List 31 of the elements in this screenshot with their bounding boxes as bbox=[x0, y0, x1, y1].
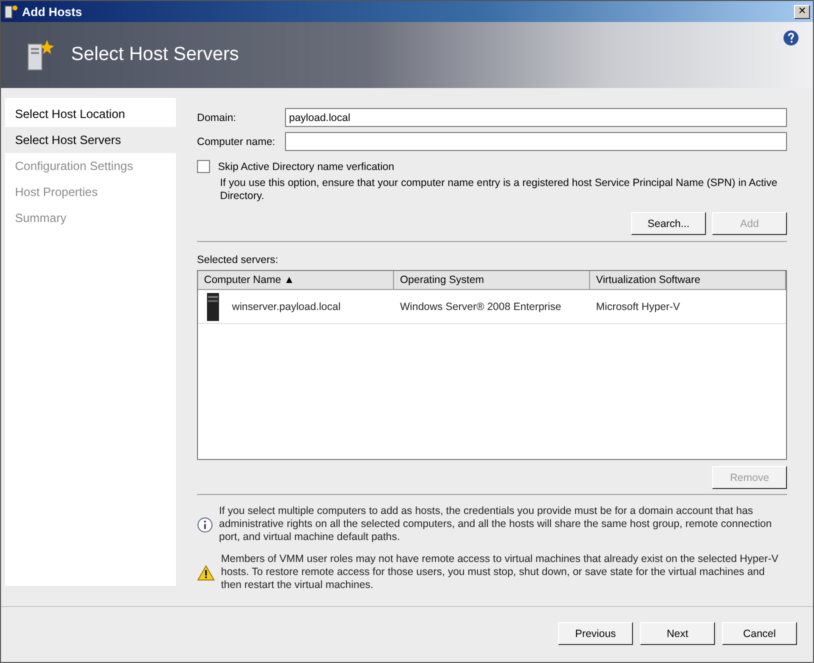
app-icon bbox=[4, 4, 18, 18]
computer-name-field[interactable] bbox=[285, 132, 787, 151]
nav-button[interactable]: Cancel bbox=[722, 622, 797, 645]
window-title: Add Hosts bbox=[22, 4, 83, 18]
selected-servers-label: Selected servers: bbox=[197, 254, 280, 266]
note-text: If you select multiple computers to add as hosts, the credentials you provide must be for a domain account that has administrative rights on all the selected computers, and all the hosts will share the same host group, remote connection port, and virtual machine default paths. bbox=[219, 505, 773, 544]
column-header[interactable]: Computer Name ▲ bbox=[198, 271, 394, 290]
domain-label: Domain: bbox=[197, 112, 238, 124]
table-cell: winserver.payload.local bbox=[232, 300, 341, 312]
domain-field[interactable]: payload.local bbox=[285, 108, 787, 127]
computer-name-label: Computer name: bbox=[197, 136, 276, 148]
warning-icon bbox=[197, 564, 215, 580]
note-text: Members of VMM user roles may not have remote access to virtual machines that already exist on the selected Hyper-V hosts. To restore remote access for those users, you must stop, shut down, or save state for the virtual machines and then restart the virtual machines. bbox=[221, 553, 780, 592]
column-header[interactable]: Operating System bbox=[394, 271, 590, 290]
nav-button[interactable]: Next bbox=[640, 622, 715, 645]
info-icon bbox=[197, 516, 213, 532]
step-item[interactable]: Select Host Location bbox=[5, 101, 176, 127]
table-cell: Microsoft Hyper-V bbox=[596, 300, 680, 312]
skip-note: If you use this option, ensure that your computer name entry is a registered host Service Principal Name (SPN) in Active Directory. bbox=[220, 177, 778, 203]
page-title: Select Host Servers bbox=[71, 44, 239, 66]
server-icon bbox=[204, 292, 222, 322]
column-header[interactable]: Virtualization Software bbox=[590, 271, 786, 290]
nav-button[interactable]: Previous bbox=[558, 622, 633, 645]
close-button[interactable]: ✕ bbox=[794, 4, 810, 18]
skip-label: Skip Active Directory name verfication bbox=[218, 160, 394, 172]
help-icon[interactable] bbox=[783, 30, 799, 46]
step-item[interactable]: Select Host Servers bbox=[5, 127, 176, 153]
server-star-icon bbox=[25, 39, 55, 71]
skip-checkbox[interactable] bbox=[197, 160, 210, 173]
table-cell: Windows Server® 2008 Enterprise bbox=[400, 300, 562, 312]
action-button[interactable]: Search... bbox=[631, 212, 706, 235]
